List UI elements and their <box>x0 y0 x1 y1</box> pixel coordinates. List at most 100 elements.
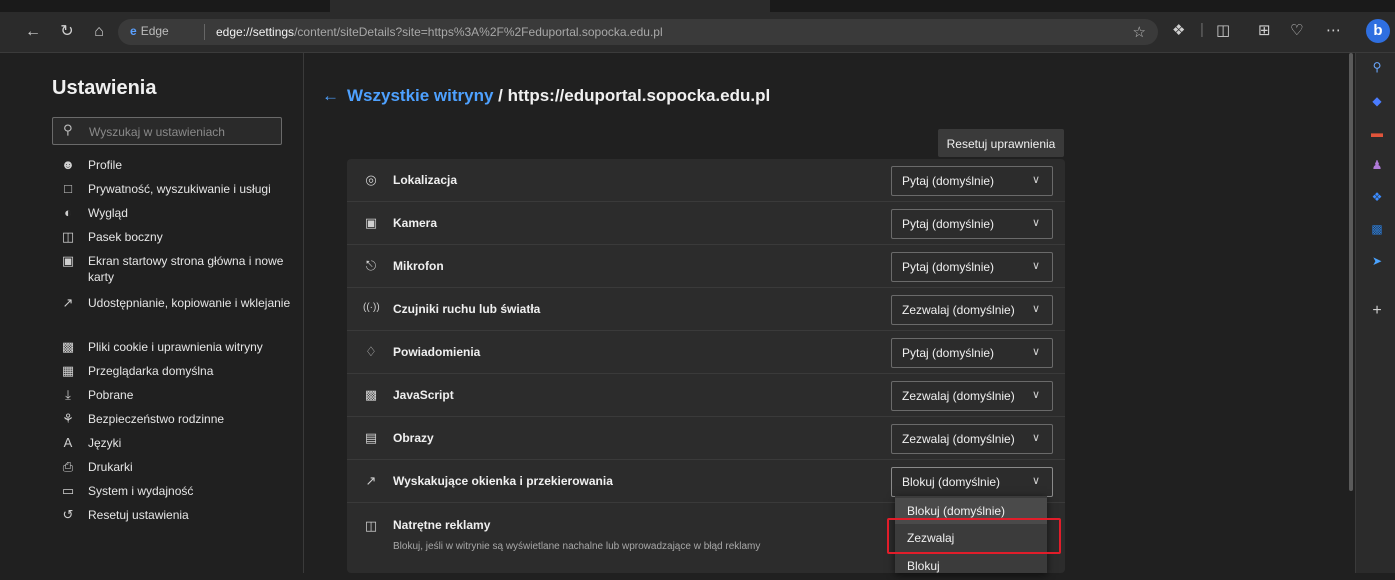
chevron-down-icon: ∨ <box>1031 303 1040 315</box>
collections-icon[interactable]: ⊞ <box>1258 21 1271 39</box>
bing-copilot-icon[interactable]: b <box>1366 19 1390 43</box>
system-icon: ▭ <box>61 483 75 498</box>
all-sites-link[interactable]: Wszystkie witryny <box>347 86 493 105</box>
camera-select[interactable]: Pytaj (domyślnie) ∨ <box>891 209 1053 239</box>
printer-icon: ⎙ <box>62 459 74 474</box>
sidebar-item-family[interactable]: ⚘ Bezpieczeństwo rodzinne <box>60 411 224 427</box>
edge-sidebar: ⚲ ◆ ▬ ♟ ❖ ▩ ➤ + <box>1355 53 1395 573</box>
edge-chip[interactable]: e Edge <box>130 24 169 38</box>
page-title: https://eduportal.sopocka.edu.pl <box>507 86 771 105</box>
permission-row-location: ◎ Lokalizacja Pytaj (domyślnie) ∨ <box>347 159 1065 202</box>
reset-icon: ↺ <box>62 507 74 522</box>
highlight-box <box>887 518 1061 554</box>
chevron-down-icon: ∨ <box>1031 174 1040 186</box>
address-divider <box>204 24 205 40</box>
default-browser-icon: ▦ <box>61 363 75 378</box>
microsoft-365-icon[interactable]: ❖ <box>1369 189 1385 205</box>
popups-select[interactable]: Blokuj (domyślnie) ∨ <box>891 467 1053 497</box>
location-icon: ◎ <box>365 172 377 187</box>
javascript-icon: ▩ <box>364 387 378 402</box>
sidebar-item-downloads[interactable]: ⤓ Pobrane <box>60 387 133 403</box>
edge-logo-icon: e <box>130 24 137 38</box>
settings-sidebar: Ustawienia ⚲ ☻Profile □Prywatność, wyszu… <box>0 53 304 573</box>
sidebar-item-start-page[interactable]: ▣ Ekran startowy strona główna i nowe kar… <box>60 253 296 285</box>
add-icon[interactable]: + <box>1369 303 1385 319</box>
language-icon: A <box>63 435 73 450</box>
appearance-icon: ◐ <box>64 205 72 220</box>
more-menu-icon[interactable]: ⋯ <box>1326 21 1341 39</box>
search-input[interactable] <box>87 122 279 142</box>
sidebar-item-share[interactable]: ↗ Udostępnianie, kopiowanie i wklejanie <box>60 295 296 311</box>
microphone-select[interactable]: Pytaj (domyślnie) ∨ <box>891 252 1053 282</box>
search-icon[interactable]: ⚲ <box>1369 59 1385 75</box>
permission-row-notifications: ♢ Powiadomienia Pytaj (domyślnie) ∨ <box>347 331 1065 374</box>
sidebar-item-appearance[interactable]: ◐ Wygląd <box>60 205 128 221</box>
camera-icon: ▣ <box>364 215 378 230</box>
sidebar-item-sidebar[interactable]: ◫ Pasek boczny <box>60 229 163 245</box>
sidebar-item-printers[interactable]: ⎙ Drukarki <box>60 459 133 475</box>
location-select[interactable]: Pytaj (domyślnie) ∨ <box>891 166 1053 196</box>
extensions-icon[interactable]: ❖ <box>1172 21 1185 39</box>
drop-icon[interactable]: ➤ <box>1369 253 1385 269</box>
search-icon: ⚲ <box>63 122 73 137</box>
performance-icon[interactable]: ♡ <box>1290 21 1303 39</box>
share-icon: ↗ <box>62 295 74 310</box>
chevron-down-icon: ∨ <box>1031 432 1040 444</box>
url-text[interactable]: edge://settings/content/siteDetails?site… <box>216 25 663 39</box>
microphone-icon: ⎋ <box>365 258 377 273</box>
chevron-down-icon: ∨ <box>1031 475 1040 487</box>
sensors-select[interactable]: Zezwalaj (domyślnie) ∨ <box>891 295 1053 325</box>
download-icon: ⤓ <box>65 387 71 402</box>
refresh-icon[interactable]: ↻ <box>56 21 78 43</box>
image-icon: ▤ <box>364 430 378 445</box>
sidebar-icon: ◫ <box>61 229 75 244</box>
split-screen-icon[interactable]: ◫ <box>1216 21 1230 39</box>
toolbar-divider: | <box>1200 21 1204 38</box>
back-arrow-icon[interactable]: ← <box>322 86 339 105</box>
images-select[interactable]: Zezwalaj (domyślnie) ∨ <box>891 424 1053 454</box>
settings-title: Ustawienia <box>52 77 157 99</box>
home-icon[interactable]: ⌂ <box>88 21 110 43</box>
sidebar-item-profile[interactable]: ☻ Profile <box>60 157 122 173</box>
popup-icon: ↗ <box>365 473 377 488</box>
breadcrumb: ← Wszystkie witryny / https://eduportal.s… <box>322 86 771 105</box>
bell-icon: ♢ <box>365 344 377 359</box>
permission-row-microphone: ⎋ Mikrofon Pytaj (domyślnie) ∨ <box>347 245 1065 288</box>
sidebar-item-reset[interactable]: ↺ Resetuj ustawienia <box>60 507 189 523</box>
address-bar[interactable]: e Edge edge://settings/content/siteDetail… <box>118 19 1158 45</box>
sidebar-item-system[interactable]: ▭ System i wydajność <box>60 483 194 499</box>
chevron-down-icon: ∨ <box>1031 217 1040 229</box>
chevron-down-icon: ∨ <box>1031 260 1040 272</box>
permission-row-sensors: ((·)) Czujniki ruchu lub światła Zezwala… <box>347 288 1065 331</box>
cookie-icon: ▩ <box>61 339 75 354</box>
sidebar-item-cookies[interactable]: ▩ Pliki cookie i uprawnienia witryny <box>60 339 263 355</box>
sidebar-item-default-browser[interactable]: ▦ Przeglądarka domyślna <box>60 363 214 379</box>
ads-icon: ◫ <box>364 518 378 533</box>
lock-icon: □ <box>64 181 72 196</box>
profile-icon: ☻ <box>61 157 75 172</box>
favorite-star-icon[interactable]: ☆ <box>1133 23 1146 41</box>
sidebar-item-privacy[interactable]: □ Prywatność, wyszukiwanie i usługi <box>60 181 271 197</box>
notifications-select[interactable]: Pytaj (domyślnie) ∨ <box>891 338 1053 368</box>
scrollbar[interactable] <box>1347 53 1355 493</box>
dropdown-option-block[interactable]: Blokuj <box>895 552 1047 573</box>
window-top-strip <box>0 0 1395 14</box>
javascript-select[interactable]: Zezwalaj (domyślnie) ∨ <box>891 381 1053 411</box>
tools-icon[interactable]: ▬ <box>1369 125 1385 141</box>
permission-row-javascript: ▩ JavaScript Zezwalaj (domyślnie) ∨ <box>347 374 1065 417</box>
browser-toolbar: ← ↻ ⌂ e Edge edge://settings/content/site… <box>0 12 1395 53</box>
outlook-icon[interactable]: ▩ <box>1369 221 1385 237</box>
back-icon[interactable]: ← <box>22 21 44 43</box>
games-icon[interactable]: ♟ <box>1369 157 1385 173</box>
home-screen-icon: ▣ <box>61 253 75 268</box>
scrollbar-thumb[interactable] <box>1349 53 1353 491</box>
reset-permissions-button[interactable]: Resetuj uprawnienia <box>938 129 1064 157</box>
shopping-icon[interactable]: ◆ <box>1369 93 1385 109</box>
permission-row-images: ▤ Obrazy Zezwalaj (domyślnie) ∨ <box>347 417 1065 460</box>
sidebar-item-languages[interactable]: A Języki <box>60 435 122 451</box>
chevron-down-icon: ∨ <box>1031 346 1040 358</box>
permission-row-camera: ▣ Kamera Pytaj (domyślnie) ∨ <box>347 202 1065 245</box>
chevron-down-icon: ∨ <box>1031 389 1040 401</box>
settings-search[interactable]: ⚲ <box>52 117 282 145</box>
family-icon: ⚘ <box>62 411 74 426</box>
